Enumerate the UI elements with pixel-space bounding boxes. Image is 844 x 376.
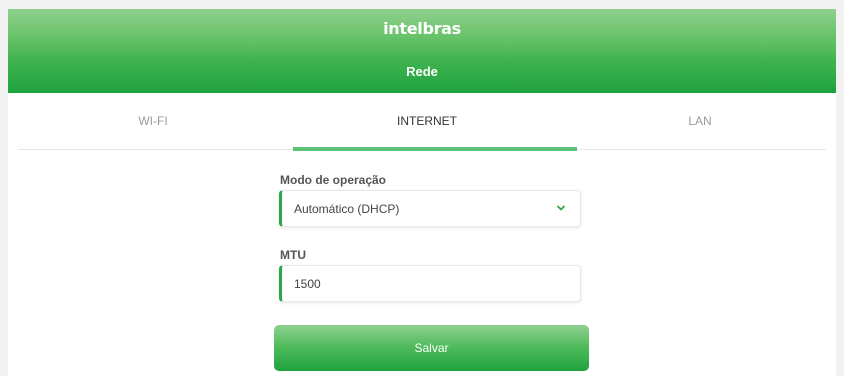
tab-lan[interactable]: LAN	[565, 93, 835, 149]
tab-wifi[interactable]: WI-FI	[18, 93, 288, 149]
chevron-down-icon	[557, 205, 565, 211]
mtu-input[interactable]: 1500	[279, 265, 581, 302]
operation-mode-select[interactable]: Automático (DHCP)	[279, 190, 581, 227]
active-tab-indicator	[293, 147, 577, 151]
operation-mode-label: Modo de operação	[280, 173, 387, 187]
app-frame: intelbras Rede WI-FI INTERNET LAN Modo d…	[8, 9, 836, 376]
mtu-label: MTU	[280, 248, 306, 262]
page-title: Rede	[406, 64, 438, 79]
intelbras-logo: intelbras	[383, 19, 461, 38]
save-button[interactable]: Salvar	[274, 325, 589, 371]
tab-bar: WI-FI INTERNET LAN	[18, 93, 826, 151]
mtu-value: 1500	[294, 276, 321, 291]
operation-mode-value: Automático (DHCP)	[294, 201, 400, 216]
header-bar: intelbras Rede	[8, 9, 836, 93]
tab-internet[interactable]: INTERNET	[292, 93, 562, 149]
